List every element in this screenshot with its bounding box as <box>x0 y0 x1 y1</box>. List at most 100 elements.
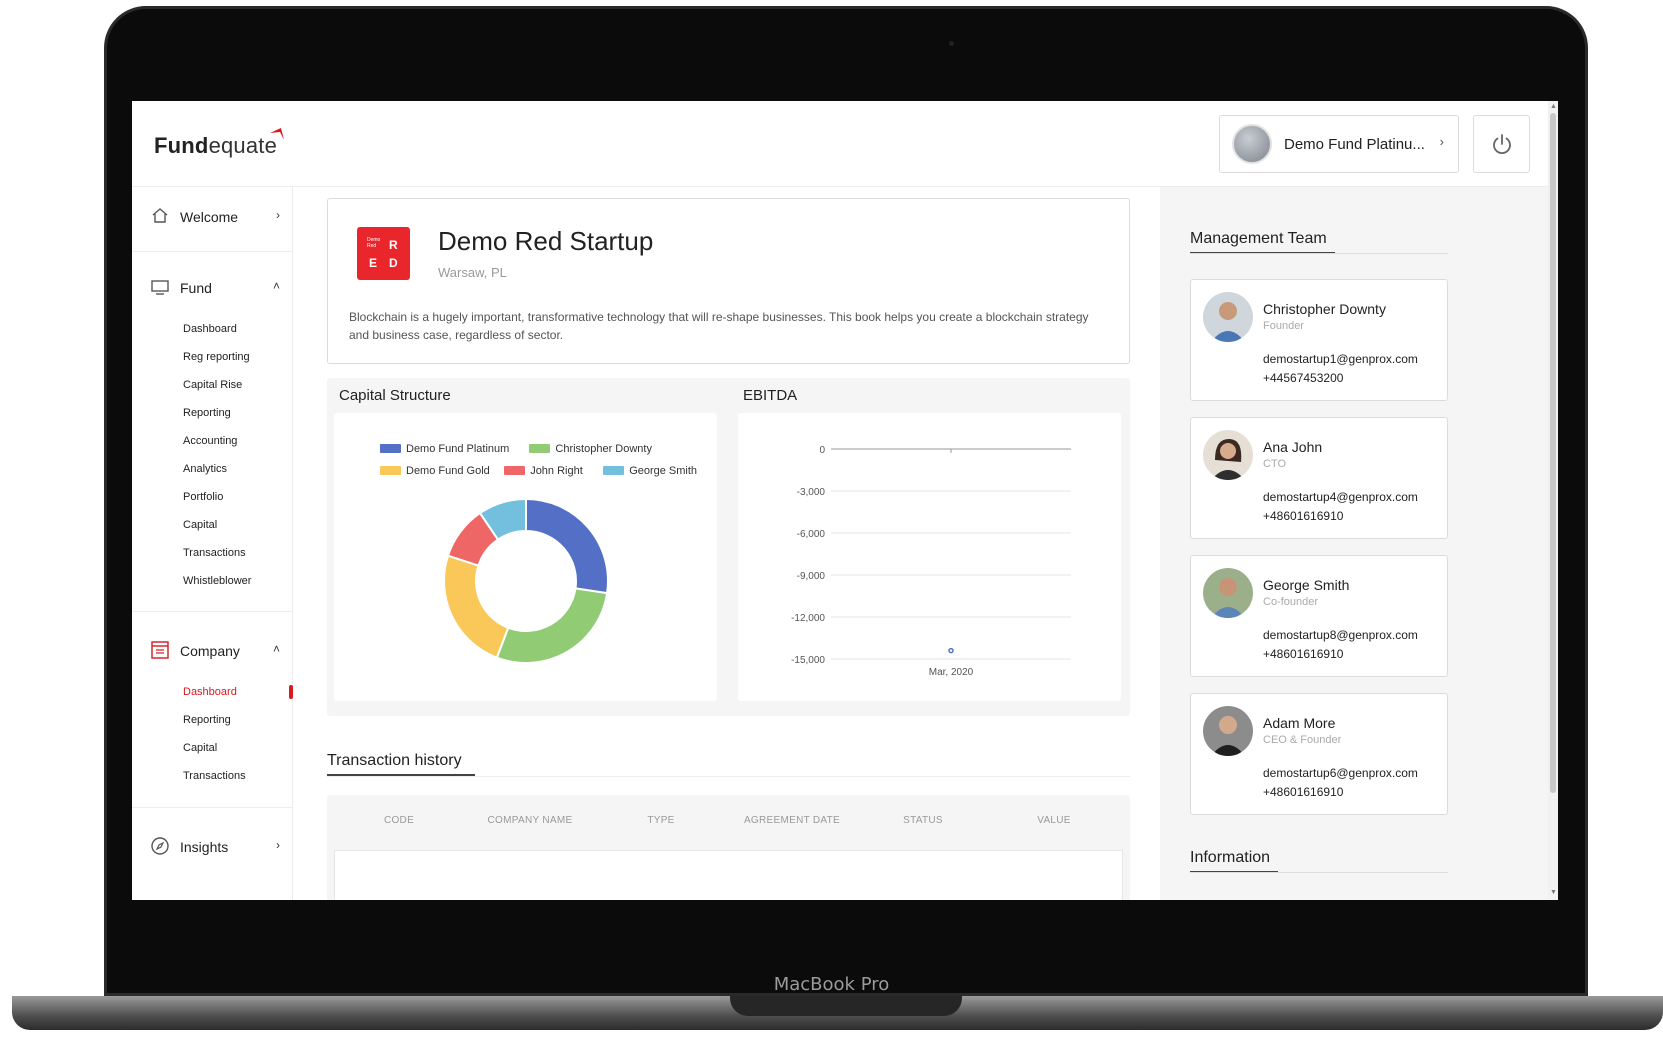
member-role: CTO <box>1263 458 1287 470</box>
chevron-right-icon: › <box>1439 134 1444 149</box>
column-header-company-name[interactable]: COMPANY NAME <box>465 815 595 826</box>
fund-item-capital[interactable]: Capital <box>183 519 217 531</box>
member-phone[interactable]: +48601616910 <box>1263 647 1343 661</box>
donut-chart <box>443 497 609 664</box>
chevron-right-icon: › <box>276 208 280 222</box>
charts-panel: Capital Structure EBITDA Demo Fund Plati… <box>327 378 1130 716</box>
company-item-reporting[interactable]: Reporting <box>183 714 231 726</box>
app-logo[interactable]: Fundequate <box>154 133 277 159</box>
divider <box>327 776 1130 777</box>
y-tick-label: -9,000 <box>797 571 826 582</box>
nav-welcome-label: Welcome <box>180 209 239 225</box>
avatar <box>1203 706 1253 756</box>
nav-insights[interactable]: Insights › <box>150 835 280 859</box>
fund-item-analytics[interactable]: Analytics <box>183 463 227 475</box>
y-tick-label: -6,000 <box>797 529 826 540</box>
fund-item-whistleblower[interactable]: Whistleblower <box>183 575 251 587</box>
member-email[interactable]: demostartup8@genprox.com <box>1263 628 1418 642</box>
member-name: Adam More <box>1263 715 1336 731</box>
member-card[interactable]: George Smith Co-founder demostartup8@gen… <box>1190 555 1448 677</box>
company-logo-small-text: Demo Red <box>367 237 381 249</box>
donut-slice[interactable] <box>495 587 609 664</box>
company-logo-letter: E <box>369 256 378 270</box>
top-bar: Fundequate Demo Fund Platinu... › <box>132 101 1548 187</box>
column-header-code[interactable]: CODE <box>334 815 464 826</box>
nav-company[interactable]: Company ˄ <box>150 639 280 663</box>
company-item-capital[interactable]: Capital <box>183 742 217 754</box>
y-tick-label: -15,000 <box>791 655 825 666</box>
nav-fund[interactable]: Fund ˄ <box>150 276 280 300</box>
fund-item-reg-reporting[interactable]: Reg reporting <box>183 351 250 363</box>
divider <box>132 807 292 808</box>
ebitda-title: EBITDA <box>743 387 798 404</box>
divider <box>132 611 292 612</box>
member-name: Ana John <box>1263 439 1323 455</box>
power-icon <box>1493 134 1511 155</box>
member-email[interactable]: demostartup6@genprox.com <box>1263 766 1418 780</box>
donut-slice[interactable] <box>525 497 609 595</box>
column-header-agreement-date[interactable]: AGREEMENT DATE <box>727 815 857 826</box>
member-email[interactable]: demostartup1@genprox.com <box>1263 352 1418 366</box>
information-title: Information <box>1190 849 1271 866</box>
member-name: George Smith <box>1263 577 1350 593</box>
company-item-transactions[interactable]: Transactions <box>183 770 246 782</box>
fund-item-reporting[interactable]: Reporting <box>183 407 231 419</box>
member-card[interactable]: Christopher Downty Founder demostartup1@… <box>1190 279 1448 401</box>
fund-item-capital-rise[interactable]: Capital Rise <box>183 379 242 391</box>
avatar <box>1203 430 1253 480</box>
logo-light-text: equate <box>208 133 278 158</box>
column-header-type[interactable]: TYPE <box>596 815 726 826</box>
company-name: Demo Red Startup <box>438 226 654 256</box>
fund-selector[interactable]: Demo Fund Platinu... › <box>1219 115 1459 173</box>
company-item-dashboard[interactable]: Dashboard <box>183 686 237 698</box>
member-card[interactable]: Ana John CTO demostartup4@genprox.com +4… <box>1190 417 1448 539</box>
fund-item-dashboard[interactable]: Dashboard <box>183 323 237 335</box>
sidebar: Welcome › Fund ˄ Dashboard Reg reporting… <box>132 187 293 900</box>
company-logo: Demo Red R E D <box>357 227 410 280</box>
capital-structure-title: Capital Structure <box>339 387 451 404</box>
fund-selector-label: Demo Fund Platinu... <box>1284 136 1425 153</box>
fund-item-portfolio[interactable]: Portfolio <box>183 491 223 503</box>
y-tick-label: 0 <box>819 445 825 456</box>
member-name: Christopher Downty <box>1263 301 1386 317</box>
donut-slice[interactable] <box>443 554 510 659</box>
fund-item-accounting[interactable]: Accounting <box>183 435 237 447</box>
logout-button[interactable] <box>1473 115 1530 173</box>
nav-welcome[interactable]: Welcome › <box>150 205 280 229</box>
member-role: CEO & Founder <box>1263 734 1342 746</box>
column-header-value[interactable]: VALUE <box>989 815 1119 826</box>
scroll-up-arrow-icon[interactable]: ▲ <box>1550 103 1557 110</box>
company-logo-letter: R <box>389 238 398 252</box>
building-icon <box>151 641 169 659</box>
avatar <box>1203 292 1253 342</box>
company-description: Blockchain is a hugely important, transf… <box>349 310 1089 342</box>
fund-avatar <box>1232 124 1272 164</box>
scroll-down-arrow-icon[interactable]: ▼ <box>1550 889 1557 896</box>
device-label: MacBook Pro <box>773 974 890 995</box>
member-email[interactable]: demostartup4@genprox.com <box>1263 490 1418 504</box>
nav-company-label: Company <box>180 643 240 659</box>
fund-item-transactions[interactable]: Transactions <box>183 547 246 559</box>
avatar <box>1203 568 1253 618</box>
ebitda-plot: 0 -3,000 -6,000 -9,000 -12,000 -15,000 Mar, 20… <box>791 445 1071 678</box>
nav-insights-label: Insights <box>180 839 229 855</box>
column-header-status[interactable]: STATUS <box>858 815 988 826</box>
divider <box>132 251 292 252</box>
chevron-right-icon: › <box>276 838 280 852</box>
company-card: Demo Red R E D Demo Red Startup Warsaw, … <box>327 198 1130 364</box>
chevron-up-icon: ˄ <box>272 642 280 656</box>
chevron-up-icon: ˄ <box>272 279 280 293</box>
company-location: Warsaw, PL <box>438 265 507 280</box>
data-point[interactable] <box>948 647 954 654</box>
member-phone[interactable]: +48601616910 <box>1263 509 1343 523</box>
scrollbar-thumb[interactable] <box>1550 113 1556 793</box>
ebitda-chart: 0 -3,000 -6,000 -9,000 -12,000 -15,000 Mar, 20… <box>738 413 1121 701</box>
divider <box>1190 253 1448 254</box>
member-card[interactable]: Adam More CEO & Founder demostartup6@gen… <box>1190 693 1448 815</box>
member-phone[interactable]: +44567453200 <box>1263 371 1343 385</box>
camera <box>949 41 954 46</box>
home-icon <box>152 208 168 223</box>
compass-icon <box>151 837 169 855</box>
member-phone[interactable]: +48601616910 <box>1263 785 1343 799</box>
table-row[interactable] <box>334 850 1123 900</box>
